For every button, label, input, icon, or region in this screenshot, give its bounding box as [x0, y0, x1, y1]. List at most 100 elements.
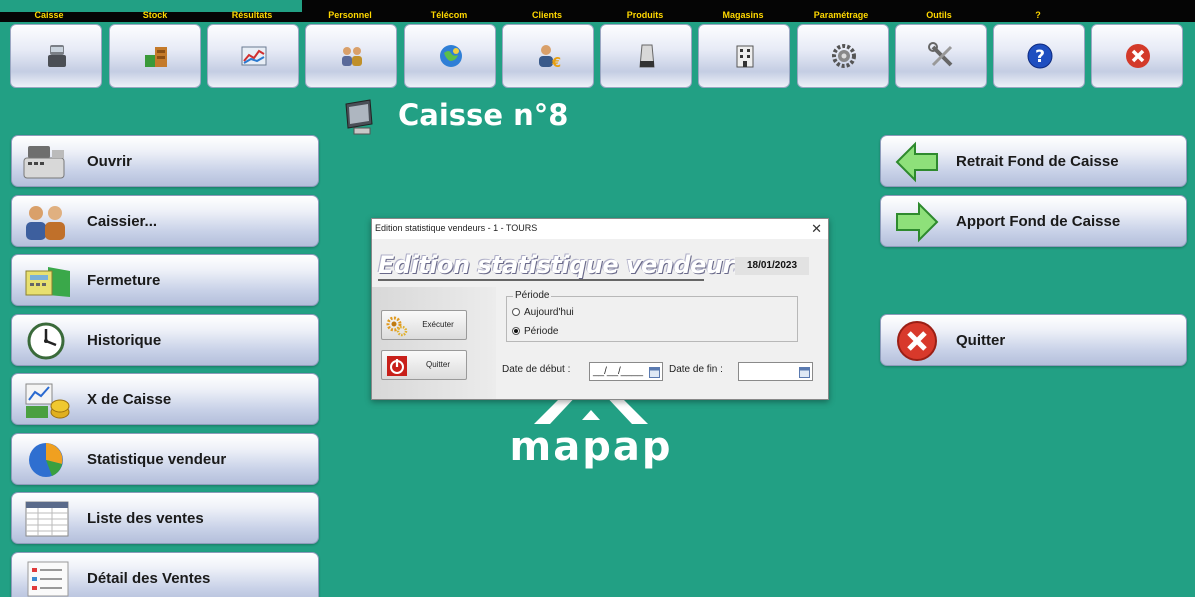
- ouvrir-button[interactable]: Ouvrir: [11, 135, 319, 187]
- gears-icon: [386, 316, 408, 337]
- menu-clients[interactable]: Clients: [498, 10, 596, 21]
- dialog-left-panel: Exécuter Quitter: [372, 287, 496, 399]
- toolbar-stock-button[interactable]: [109, 24, 201, 88]
- calendar-icon[interactable]: [649, 366, 660, 378]
- retrait-fond-de-caisse-button[interactable]: Retrait Fond de Caisse: [880, 135, 1187, 187]
- detail-des-ventes-label: Détail des Ventes: [87, 570, 211, 587]
- radio-aujourdhui[interactable]: Aujourd'hui: [512, 307, 574, 318]
- quitter-button[interactable]: Quitter: [880, 314, 1187, 366]
- ouvrir-label: Ouvrir: [87, 153, 133, 170]
- start-date-value: __/__/____: [593, 366, 644, 377]
- dialog-close-button[interactable]: ✕: [811, 221, 822, 237]
- radio-periode[interactable]: Période: [512, 326, 558, 337]
- toolbar-outils-button[interactable]: [895, 24, 987, 88]
- close-icon: [897, 321, 937, 361]
- document-icon: [27, 561, 69, 597]
- boxes-icon: [145, 47, 167, 67]
- money-chart-icon: [25, 383, 70, 419]
- page-title: Caisse n°8: [398, 98, 569, 132]
- radio-periode-dot[interactable]: [512, 327, 520, 335]
- dialog-quitter-label: Quitter: [425, 360, 450, 369]
- calendar-icon[interactable]: [799, 366, 810, 378]
- fermeture-label: Fermeture: [87, 272, 161, 289]
- menu-telecom[interactable]: Télécom: [400, 10, 498, 21]
- toolbar-magasins-button[interactable]: [698, 24, 790, 88]
- apport-fond-de-caisse-button[interactable]: Apport Fond de Caisse: [880, 195, 1187, 247]
- menu-resultats[interactable]: Résultats: [203, 10, 301, 21]
- end-date-field[interactable]: [738, 362, 813, 381]
- people-icon: [342, 47, 362, 66]
- cashiers-icon: [26, 206, 65, 240]
- dialog-date: 18/01/2023: [735, 257, 809, 275]
- toolbar-exit-button[interactable]: [1091, 24, 1183, 88]
- power-icon: [387, 356, 407, 376]
- statistique-vendeur-button[interactable]: Statistique vendeur: [11, 433, 319, 485]
- quitter-label: Quitter: [956, 332, 1006, 349]
- menu-personnel[interactable]: Personnel: [301, 10, 399, 21]
- menu-help[interactable]: ?: [989, 10, 1087, 21]
- dialog-heading: Edition statistique vendeurs: [378, 251, 748, 279]
- cash-register-icon: [23, 146, 65, 179]
- toolbar-parametrage-button[interactable]: [797, 24, 889, 88]
- menu-parametrage[interactable]: Paramétrage: [792, 10, 890, 21]
- liste-des-ventes-button[interactable]: Liste des ventes: [11, 492, 319, 544]
- periode-group: Période Aujourd'hui Période: [506, 290, 798, 342]
- toolbar-produits-button[interactable]: [600, 24, 692, 88]
- arrow-right-icon: [896, 201, 939, 243]
- spreadsheet-icon: [25, 501, 69, 537]
- menu-list: Caisse Stock Résultats Personnel Télécom…: [0, 10, 1195, 22]
- toolbar-help-button[interactable]: ?: [993, 24, 1085, 88]
- heading-underline: [378, 279, 704, 281]
- menu-stock[interactable]: Stock: [106, 10, 204, 21]
- svg-text:€: €: [551, 56, 561, 71]
- dialog-window-title: Edition statistique vendeurs - 1 - TOURS: [375, 223, 538, 233]
- executer-label: Exécuter: [422, 320, 454, 329]
- dialog-quitter-button[interactable]: Quitter: [381, 350, 467, 380]
- chart-icon: [241, 46, 267, 66]
- radio-aujourdhui-dot[interactable]: [512, 308, 520, 316]
- store-icon: [736, 45, 754, 68]
- mapap-logo: mapap: [476, 390, 706, 470]
- toolbar: € ?: [0, 22, 1195, 92]
- executer-button[interactable]: Exécuter: [381, 310, 467, 340]
- radio-periode-label: Période: [524, 326, 559, 337]
- detail-des-ventes-button[interactable]: Détail des Ventes: [11, 552, 319, 597]
- toolbar-resultats-button[interactable]: [207, 24, 299, 88]
- tools-icon: [928, 42, 953, 67]
- fermeture-button[interactable]: Fermeture: [11, 254, 319, 306]
- register-terminal-icon: [345, 99, 373, 135]
- statistique-vendeur-label: Statistique vendeur: [87, 451, 227, 468]
- retrait-fond-de-caisse-label: Retrait Fond de Caisse: [956, 153, 1119, 170]
- menu-caisse[interactable]: Caisse: [0, 10, 98, 21]
- close-icon: [1126, 44, 1150, 68]
- toolbar-telecom-button[interactable]: [404, 24, 496, 88]
- historique-label: Historique: [87, 332, 162, 349]
- caissier-label: Caissier...: [87, 213, 158, 230]
- x-de-caisse-label: X de Caisse: [87, 391, 172, 408]
- globe-icon: [440, 45, 462, 67]
- caissier-button[interactable]: Caissier...: [11, 195, 319, 247]
- arrow-left-icon: [895, 141, 938, 183]
- toolbar-personnel-button[interactable]: [305, 24, 397, 88]
- product-icon: [639, 44, 655, 68]
- menu-bar: Caisse Stock Résultats Personnel Télécom…: [0, 0, 1195, 22]
- liste-des-ventes-label: Liste des ventes: [87, 510, 204, 527]
- periode-legend: Période: [513, 290, 552, 301]
- radio-aujourdhui-label: Aujourd'hui: [524, 307, 574, 318]
- toolbar-caisse-button[interactable]: [10, 24, 102, 88]
- end-date-label: Date de fin :: [669, 364, 723, 375]
- logo-text: mapap: [509, 424, 673, 470]
- calculator-folder-icon: [25, 267, 70, 297]
- menu-produits[interactable]: Produits: [596, 10, 694, 21]
- historique-button[interactable]: Historique: [11, 314, 319, 366]
- clock-icon: [27, 322, 65, 360]
- menu-magasins[interactable]: Magasins: [694, 10, 792, 21]
- start-date-field[interactable]: __/__/____: [589, 362, 663, 381]
- gear-icon: [832, 44, 856, 68]
- menu-outils[interactable]: Outils: [890, 10, 988, 21]
- pie-chart-icon: [29, 443, 63, 477]
- start-date-label: Date de début :: [502, 364, 571, 375]
- register-icon: [48, 45, 66, 67]
- x-de-caisse-button[interactable]: X de Caisse: [11, 373, 319, 425]
- toolbar-clients-button[interactable]: €: [502, 24, 594, 88]
